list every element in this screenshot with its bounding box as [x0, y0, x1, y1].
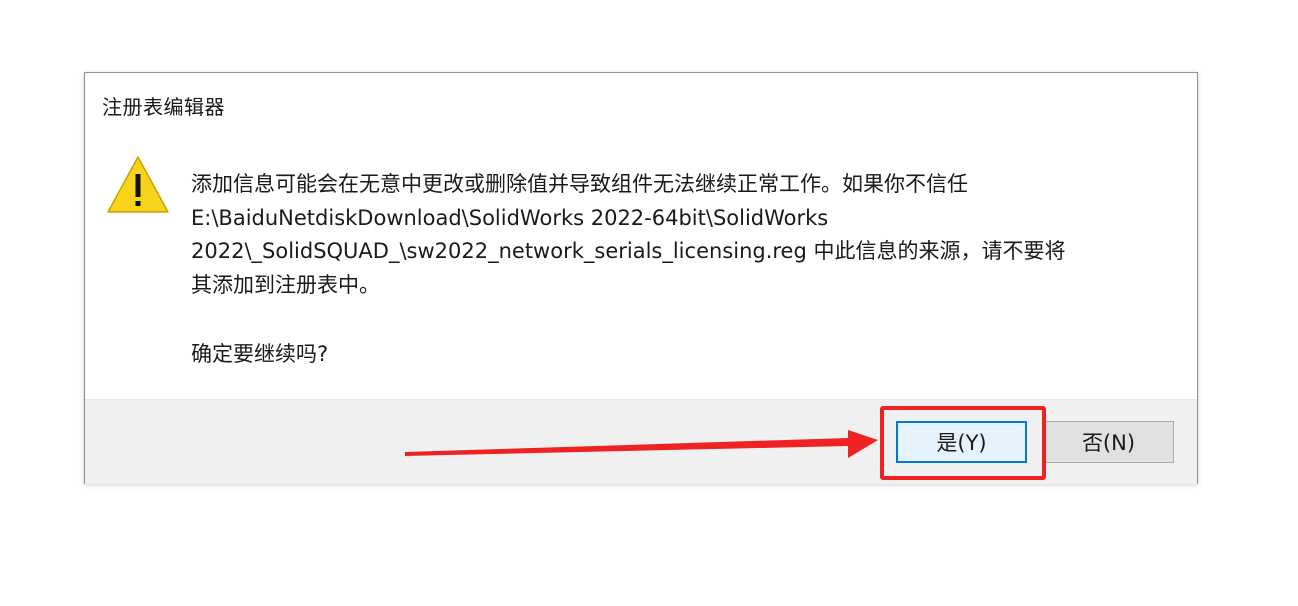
dialog-title: 注册表编辑器	[102, 95, 225, 119]
message-line: 其添加到注册表中。	[191, 272, 380, 297]
no-button[interactable]: 否(N)	[1043, 421, 1174, 463]
dialog-message: 添加信息可能会在无意中更改或删除值并导致组件无法继续正常工作。如果你不信任 E:…	[191, 168, 1181, 302]
message-line: E:\BaiduNetdiskDownload\SolidWorks 2022-…	[191, 205, 829, 230]
confirm-question: 确定要继续吗?	[191, 342, 329, 366]
message-line: 添加信息可能会在无意中更改或删除值并导致组件无法继续正常工作。如果你不信任	[191, 172, 968, 196]
warning-icon	[107, 156, 169, 213]
yes-button-highlight	[880, 406, 1046, 480]
message-line: 2022\_SolidSQUAD_\sw2022_network_serials…	[191, 239, 1066, 263]
